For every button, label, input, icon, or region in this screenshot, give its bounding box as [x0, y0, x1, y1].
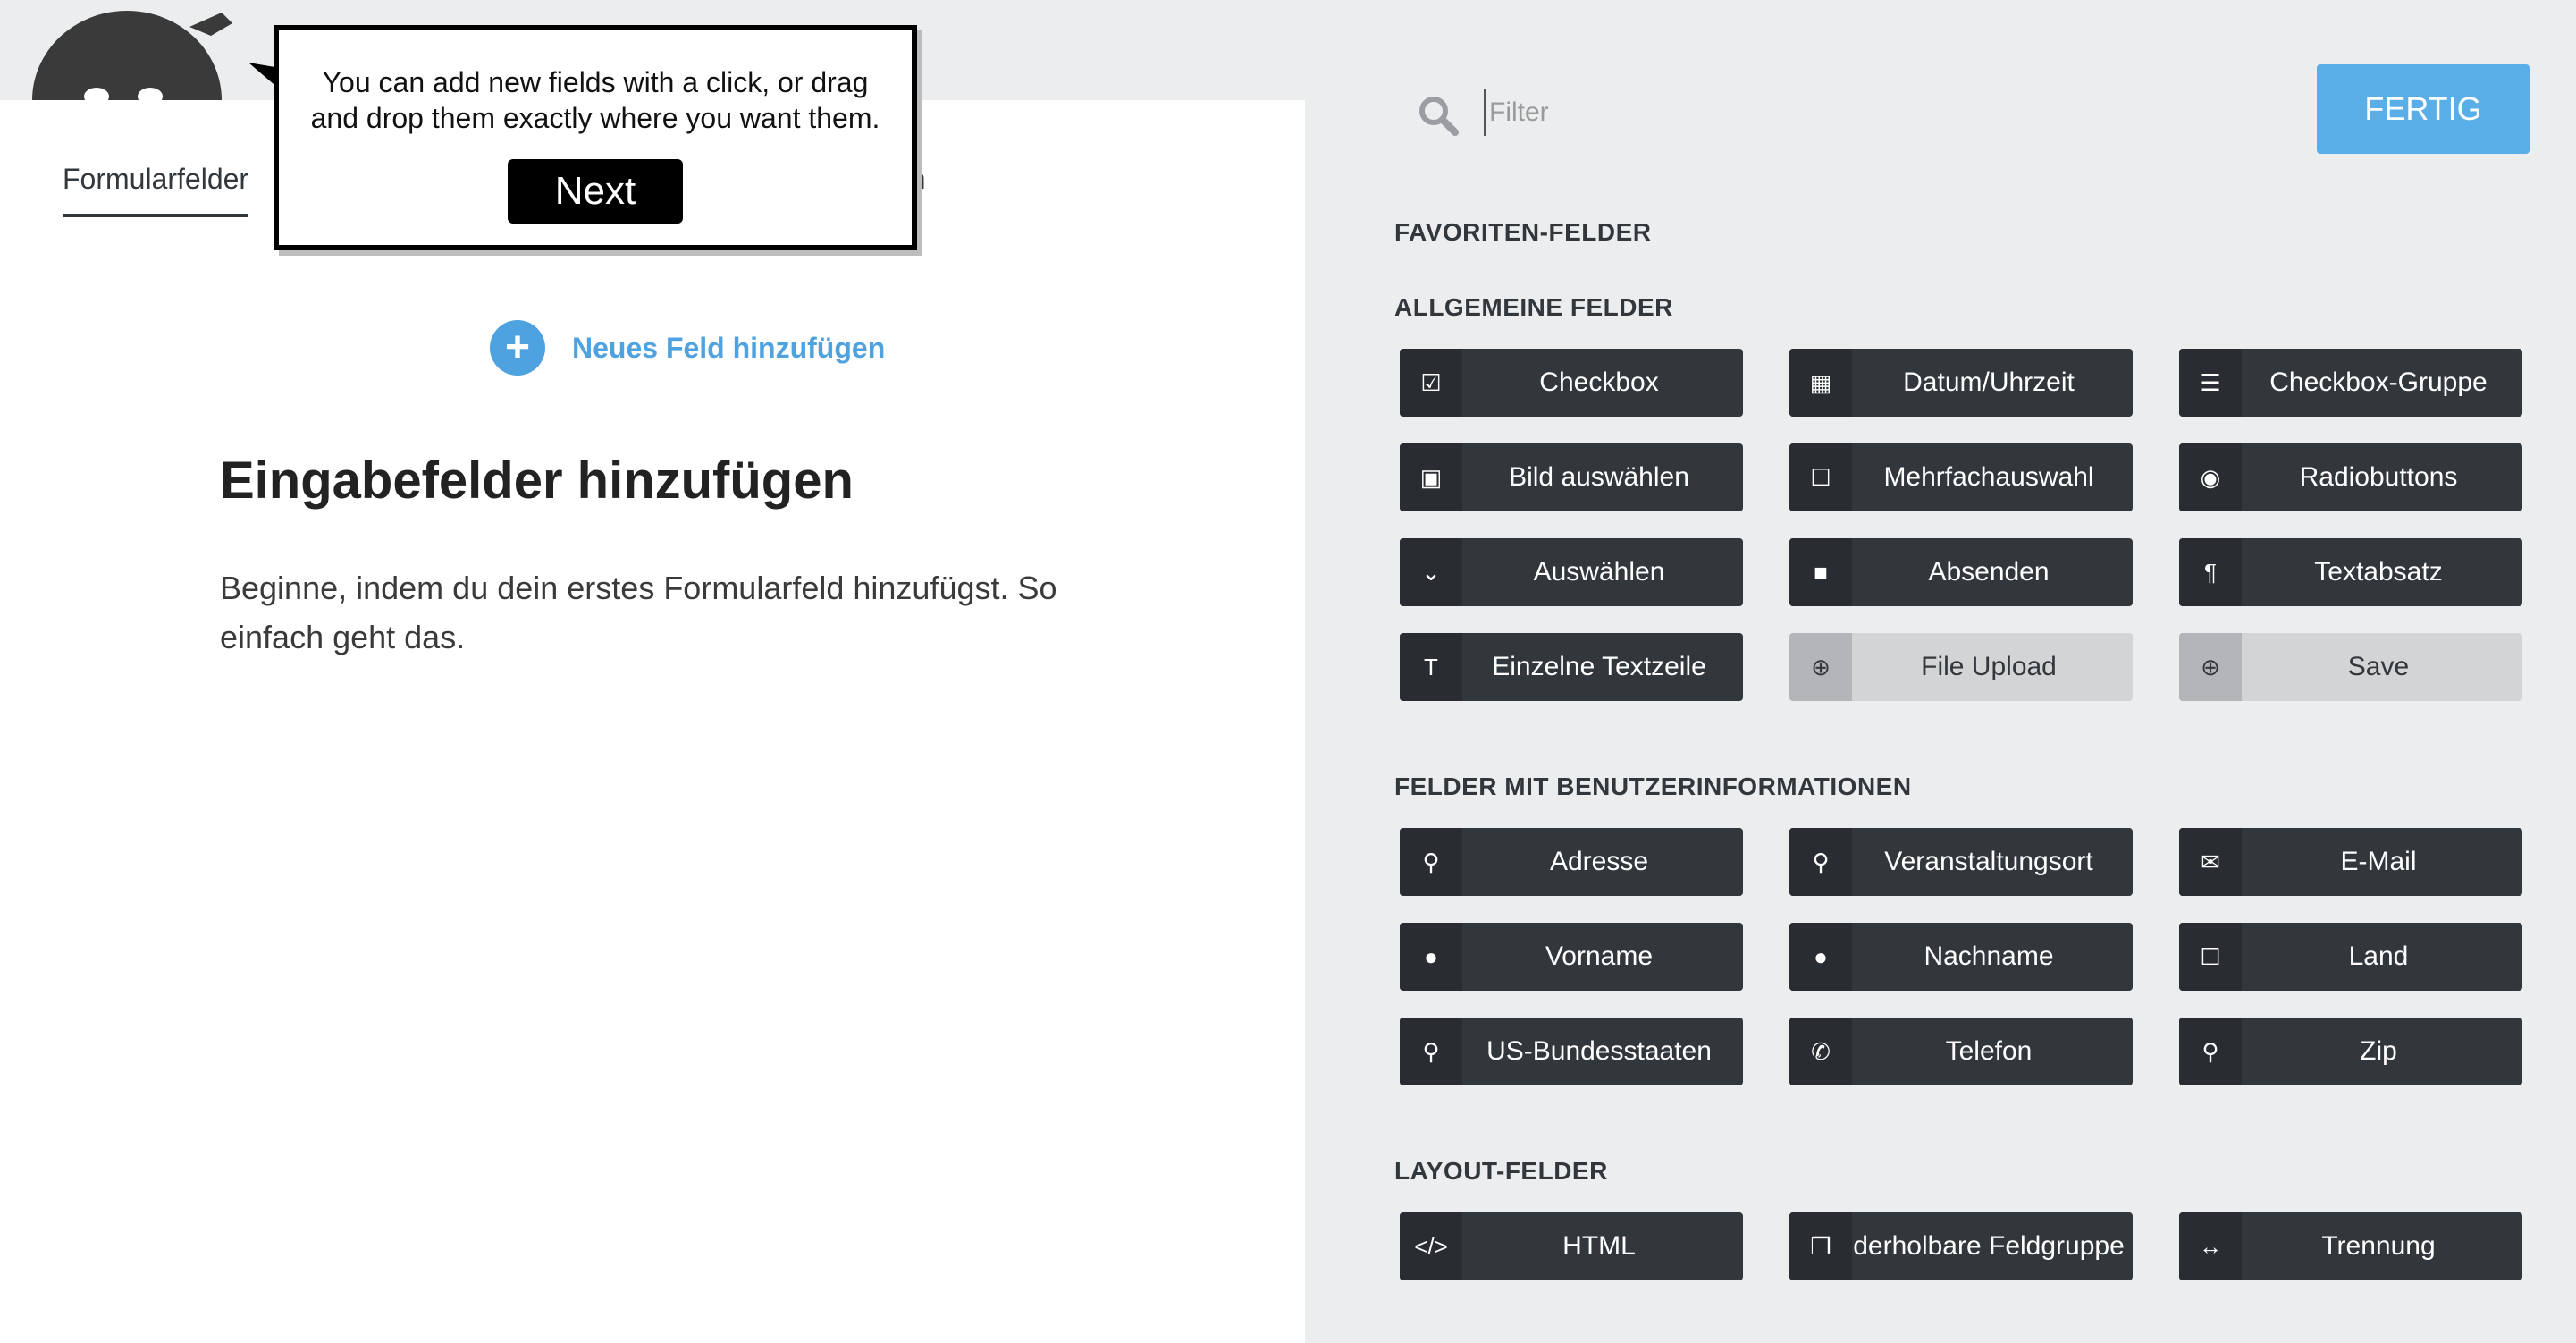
field-button-html[interactable]: </> HTML — [1400, 1212, 1743, 1280]
tooltip-text: You can add new fields with a click, or … — [310, 66, 880, 134]
search-icon — [1416, 93, 1461, 138]
map-marker-icon: ⚲ — [2179, 1018, 2242, 1085]
copy-icon: ❐ — [1789, 1212, 1852, 1280]
field-button-label: Zip — [2360, 1036, 2397, 1066]
field-button-radio[interactable]: ◉ Radiobuttons — [2179, 443, 2522, 511]
plus-circle-icon: + — [490, 320, 545, 376]
section-user-info-fields: FELDER MIT BENUTZERINFORMATIONEN — [1394, 773, 1912, 800]
field-button-label: Land — [2348, 942, 2409, 971]
paragraph-icon: ¶ — [2179, 538, 2242, 606]
calendar-icon: ▦ — [1789, 349, 1852, 417]
tooltip-next-button[interactable]: Next — [508, 159, 683, 224]
user-icon: ● — [1789, 923, 1852, 991]
field-button-label: Bild auswählen — [1509, 462, 1689, 492]
field-button-last-name[interactable]: ● Nachname — [1789, 923, 2133, 991]
done-button[interactable]: FERTIG — [2317, 64, 2530, 154]
add-new-field-label: Neues Feld hinzufügen — [572, 331, 886, 364]
map-marker-icon: ⚲ — [1400, 828, 1462, 896]
chevron-down-icon: ⌄ — [1400, 538, 1462, 606]
tab-form-fields[interactable]: Formularfelder — [63, 163, 249, 217]
phone-icon: ✆ — [1789, 1018, 1852, 1085]
field-button-us-states[interactable]: ⚲ US-Bundesstaaten — [1400, 1018, 1743, 1085]
onboarding-tooltip: You can add new fields with a click, or … — [248, 25, 917, 250]
envelope-icon: ✉ — [2179, 828, 2242, 896]
map-marker-icon: ⚲ — [1789, 828, 1852, 896]
field-button-submit[interactable]: ■ Absenden — [1789, 538, 2133, 606]
field-button-address[interactable]: ⚲ Adresse — [1400, 828, 1743, 896]
field-button-label: Veranstaltungsort — [1884, 847, 2093, 876]
field-button-repeatable-fieldset[interactable]: ❐ derholbare Feldgruppe — [1789, 1212, 2133, 1280]
field-button-venue[interactable]: ⚲ Veranstaltungsort — [1789, 828, 2133, 896]
field-button-divider[interactable]: ↔ Trennung — [2179, 1212, 2522, 1280]
field-button-label: Absenden — [1928, 557, 2050, 587]
field-button-save[interactable]: ⊕ Save — [2179, 633, 2522, 701]
section-layout-fields: LAYOUT-FELDER — [1394, 1157, 1608, 1185]
field-button-label: Datum/Uhrzeit — [1903, 367, 2075, 397]
empty-state-text: Beginne, indem du dein erstes Formularfe… — [220, 570, 1057, 655]
download-circle-icon: ⊕ — [2179, 633, 2242, 701]
field-button-label: Checkbox-Gruppe — [2269, 367, 2488, 397]
field-button-first-name[interactable]: ● Vorname — [1400, 923, 1743, 991]
check-square-icon: ☑ — [1400, 349, 1462, 417]
field-button-select[interactable]: ⌄ Auswählen — [1400, 538, 1743, 606]
arrows-h-icon: ↔ — [2179, 1212, 2242, 1280]
field-button-single-line-text[interactable]: T Einzelne Textzeile — [1400, 633, 1743, 701]
field-button-country[interactable]: ☐ Land — [2179, 923, 2522, 991]
field-button-checkbox-group[interactable]: ☰ Checkbox-Gruppe — [2179, 349, 2522, 417]
add-new-field-button[interactable]: + Neues Feld hinzufügen — [490, 320, 885, 376]
field-button-paragraph[interactable]: ¶ Textabsatz — [2179, 538, 2522, 606]
download-circle-icon: ⊕ — [1789, 633, 1852, 701]
field-button-phone[interactable]: ✆ Telefon — [1789, 1018, 2133, 1085]
field-button-email[interactable]: ✉ E-Mail — [2179, 828, 2522, 896]
empty-state-title: Eingabefelder hinzufügen — [220, 452, 854, 510]
text-icon: T — [1400, 633, 1462, 701]
field-button-checkbox[interactable]: ☑ Checkbox — [1400, 349, 1743, 417]
field-button-label: Mehrfachauswahl — [1883, 462, 2094, 492]
field-button-zip[interactable]: ⚲ Zip — [2179, 1018, 2522, 1085]
field-button-file-upload[interactable]: ⊕ File Upload — [1789, 633, 2133, 701]
image-icon: ▣ — [1400, 443, 1462, 511]
field-button-label: Adresse — [1549, 847, 1649, 876]
filter-input[interactable] — [1484, 89, 1956, 136]
square-outline-icon: ☐ — [2179, 923, 2242, 991]
field-button-label: Checkbox — [1539, 367, 1659, 397]
field-button-label: US-Bundesstaaten — [1486, 1036, 1712, 1066]
section-common-fields: ALLGEMEINE FELDER — [1394, 293, 1673, 321]
square-outline-icon: ☐ — [1789, 443, 1852, 511]
field-button-label: Textabsatz — [2314, 557, 2443, 587]
field-button-label: Save — [2347, 652, 2410, 681]
field-button-image-choice[interactable]: ▣ Bild auswählen — [1400, 443, 1743, 511]
user-icon: ● — [1400, 923, 1462, 991]
field-button-label: Auswählen — [1533, 557, 1665, 587]
field-button-label: HTML — [1562, 1231, 1636, 1261]
map-marker-icon: ⚲ — [1400, 1018, 1462, 1085]
ninja-logo — [29, 0, 234, 100]
square-filled-icon: ■ — [1789, 538, 1852, 606]
code-icon: </> — [1400, 1212, 1462, 1280]
section-favorite-fields: FAVORITEN-FELDER — [1394, 218, 1652, 246]
field-button-date-time[interactable]: ▦ Datum/Uhrzeit — [1789, 349, 2133, 417]
field-button-label: Einzelne Textzeile — [1492, 652, 1706, 681]
field-button-label: Radiobuttons — [2299, 462, 2458, 492]
form-builder-panel: Formularfelder en + Neues Feld hinzufüge… — [0, 100, 1305, 1343]
field-button-label: File Upload — [1921, 652, 2057, 681]
field-button-label: E-Mail — [2340, 847, 2417, 876]
field-button-multi-select[interactable]: ☐ Mehrfachauswahl — [1789, 443, 2133, 511]
radio-icon: ◉ — [2179, 443, 2242, 511]
field-button-label: Trennung — [2321, 1231, 2436, 1261]
field-button-label: Nachname — [1924, 942, 2054, 971]
field-button-label: Vorname — [1545, 942, 1654, 971]
list-icon: ☰ — [2179, 349, 2242, 417]
field-button-label: Telefon — [1945, 1036, 2033, 1066]
field-button-label: derholbare Feldgruppe — [1853, 1231, 2125, 1261]
